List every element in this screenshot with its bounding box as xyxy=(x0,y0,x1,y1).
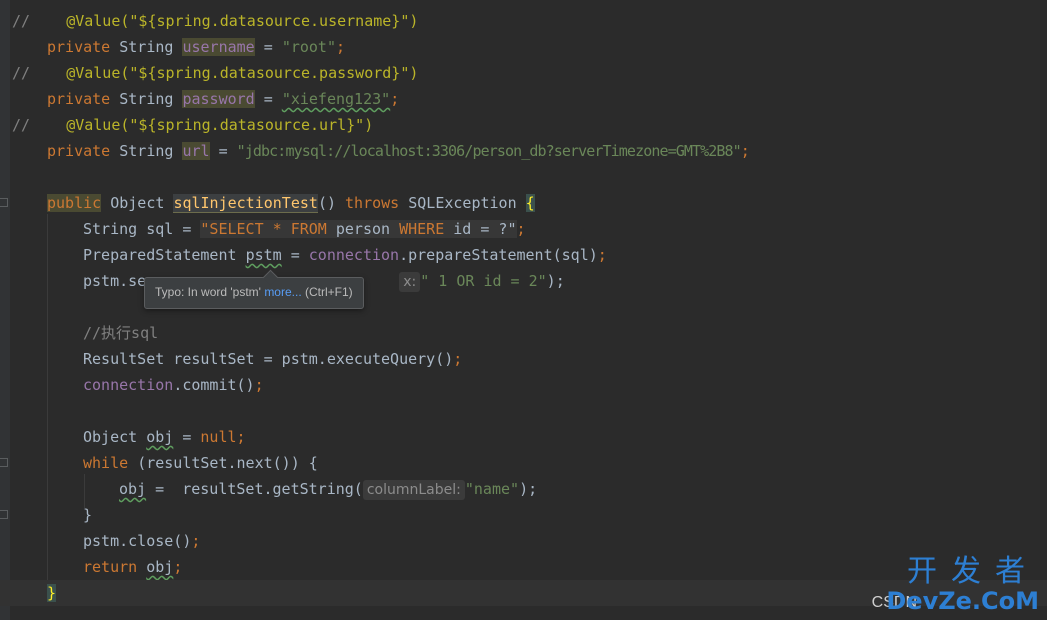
fold-marker-icon[interactable] xyxy=(0,510,8,519)
code-editor[interactable]: // @Value("${spring.datasource.username}… xyxy=(0,0,1047,620)
site-watermark: 开发者 DevZe.CoM xyxy=(886,554,1039,615)
tooltip-shortcut: (Ctrl+F1) xyxy=(305,285,353,299)
code-line[interactable]: connection.commit(); xyxy=(83,372,264,398)
code-line[interactable]: private String username = "root"; xyxy=(47,34,345,60)
code-line[interactable]: //执行sql xyxy=(83,320,158,346)
code-line[interactable]: String sql = "SELECT * FROM person WHERE… xyxy=(83,216,526,242)
code-line[interactable]: pstm.close(); xyxy=(83,528,200,554)
code-line[interactable]: } xyxy=(83,502,92,528)
code-line[interactable]: // @Value("${spring.datasource.url}") xyxy=(12,112,373,138)
fold-marker-icon[interactable] xyxy=(0,458,8,467)
indent-guide xyxy=(47,214,48,584)
tooltip-text: Typo: In word 'pstm' xyxy=(155,285,261,299)
code-line[interactable]: // @Value("${spring.datasource.password}… xyxy=(12,60,418,86)
code-line[interactable]: ResultSet resultSet = pstm.executeQuery(… xyxy=(83,346,462,372)
code-line[interactable]: obj = resultSet.getString(columnLabel: "n… xyxy=(119,476,537,502)
code-line[interactable]: // @Value("${spring.datasource.username}… xyxy=(12,8,418,34)
tooltip-more-link[interactable]: more... xyxy=(264,285,301,299)
editor-gutter[interactable] xyxy=(0,0,10,620)
watermark-english: DevZe.CoM xyxy=(886,587,1039,615)
code-line[interactable]: public Object sqlInjectionTest() throws … xyxy=(47,190,535,216)
code-line[interactable]: private String url = "jdbc:mysql://local… xyxy=(47,138,750,164)
code-line[interactable]: Object obj = null; xyxy=(83,424,246,450)
watermark-chinese: 开发者 xyxy=(907,554,1039,589)
typo-tooltip: Typo: In word 'pstm' more... (Ctrl+F1) xyxy=(144,269,364,309)
parameter-hint: x: xyxy=(399,271,421,292)
code-line[interactable]: return obj; xyxy=(83,554,182,580)
fold-marker-icon[interactable] xyxy=(0,198,8,207)
parameter-hint: columnLabel: xyxy=(362,479,465,500)
code-line[interactable]: PreparedStatement pstm = connection.prep… xyxy=(83,242,607,268)
code-line[interactable]: while (resultSet.next()) { xyxy=(83,450,318,476)
code-line[interactable]: private String password = "xiefeng123"; xyxy=(47,86,399,112)
